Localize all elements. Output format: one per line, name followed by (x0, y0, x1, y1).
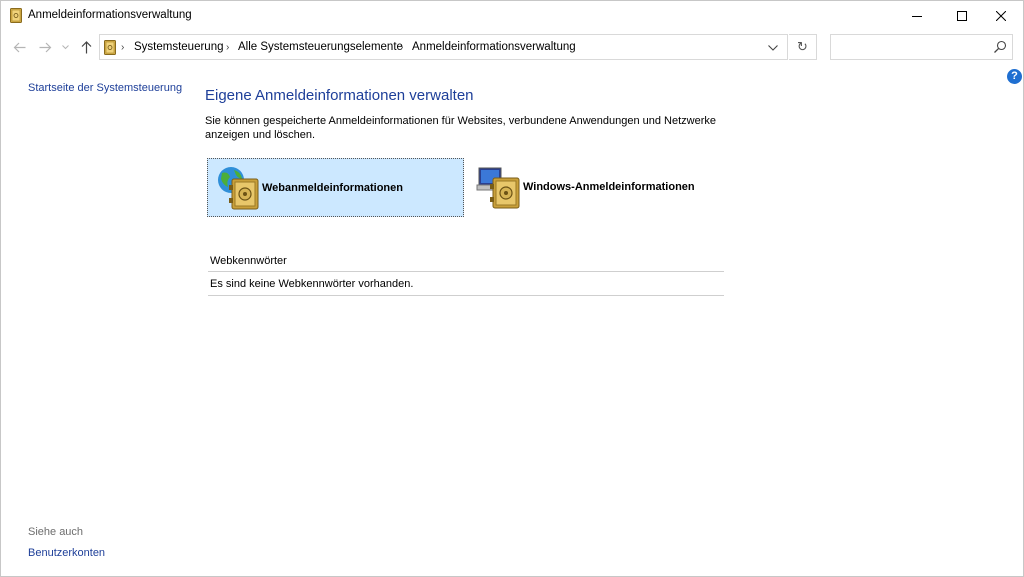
breadcrumb-separator-icon[interactable]: › (400, 42, 403, 53)
breadcrumb-alle-elemente[interactable]: Alle Systemsteuerungselemente (238, 41, 403, 53)
web-credentials-tile[interactable]: Webanmeldeinformationen (207, 158, 464, 217)
maximize-icon (957, 11, 967, 21)
forward-button[interactable] (37, 39, 53, 55)
help-button[interactable]: ? (1007, 69, 1022, 84)
windows-credentials-tile[interactable]: Windows-Anmeldeinformationen (469, 158, 726, 217)
chevron-down-icon (768, 45, 778, 51)
close-icon (996, 11, 1006, 21)
user-accounts-link[interactable]: Benutzerkonten (28, 547, 105, 559)
breadcrumb-systemsteuerung[interactable]: Systemsteuerung (134, 41, 224, 53)
search-icon[interactable] (993, 40, 1007, 54)
search-box[interactable] (830, 34, 1013, 60)
arrow-up-icon (81, 40, 91, 53)
address-bar[interactable]: › Systemsteuerung › Alle Systemsteuerung… (99, 34, 788, 60)
chevron-down-icon (61, 44, 69, 49)
search-input[interactable] (835, 39, 985, 55)
web-passwords-empty-message: Es sind keine Webkennwörter vorhanden. (210, 278, 414, 290)
breadcrumb-separator-icon[interactable]: › (226, 42, 229, 53)
see-also-heading: Siehe auch (28, 526, 84, 538)
recent-locations-button[interactable] (60, 39, 70, 55)
back-button[interactable] (11, 39, 27, 55)
minimize-button[interactable] (894, 1, 940, 31)
web-passwords-heading[interactable]: Webkennwörter (210, 255, 287, 267)
refresh-button[interactable]: ↻ (789, 34, 817, 60)
web-credentials-label: Webanmeldeinformationen (262, 182, 403, 194)
window: Anmeldeinformationsverwaltung › Systemst… (0, 0, 1024, 577)
credential-manager-icon (10, 8, 22, 23)
title-bar: Anmeldeinformationsverwaltung (1, 1, 1023, 31)
window-title: Anmeldeinformationsverwaltung (28, 9, 192, 21)
up-button[interactable] (78, 39, 94, 55)
page-description: Sie können gespeicherte Anmeldeinformati… (205, 115, 717, 141)
credential-manager-icon (104, 40, 116, 55)
control-panel-home-link[interactable]: Startseite der Systemsteuerung (28, 82, 182, 94)
arrow-left-icon (13, 42, 25, 52)
page-title: Eigene Anmeldeinformationen verwalten (205, 87, 474, 104)
navigation-bar: › Systemsteuerung › Alle Systemsteuerung… (1, 31, 1023, 64)
refresh-icon: ↻ (797, 39, 808, 54)
web-credentials-icon (218, 167, 259, 210)
arrow-right-icon (39, 42, 51, 52)
close-button[interactable] (978, 1, 1024, 31)
windows-credentials-icon (476, 167, 520, 209)
divider (208, 295, 724, 296)
question-mark-icon: ? (1011, 70, 1018, 82)
breadcrumb-anmeldeinformationsverwaltung[interactable]: Anmeldeinformationsverwaltung (412, 41, 576, 53)
windows-credentials-label: Windows-Anmeldeinformationen (523, 181, 695, 193)
minimize-icon (912, 16, 922, 17)
breadcrumb-separator-icon[interactable]: › (121, 42, 124, 53)
divider (208, 271, 724, 272)
address-dropdown-button[interactable] (765, 41, 781, 55)
